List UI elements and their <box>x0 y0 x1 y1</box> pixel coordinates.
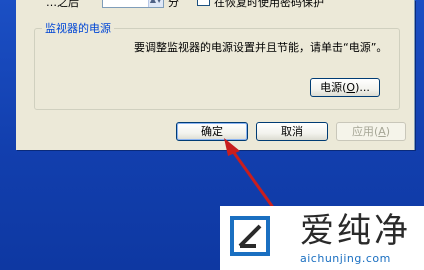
logo-mark-icon <box>230 216 270 256</box>
watermark-logo: 爱纯净 aichunjing.com <box>220 206 424 270</box>
watermark-url: aichunjing.com <box>300 252 391 265</box>
watermark-chinese: 爱纯净 <box>300 211 411 251</box>
